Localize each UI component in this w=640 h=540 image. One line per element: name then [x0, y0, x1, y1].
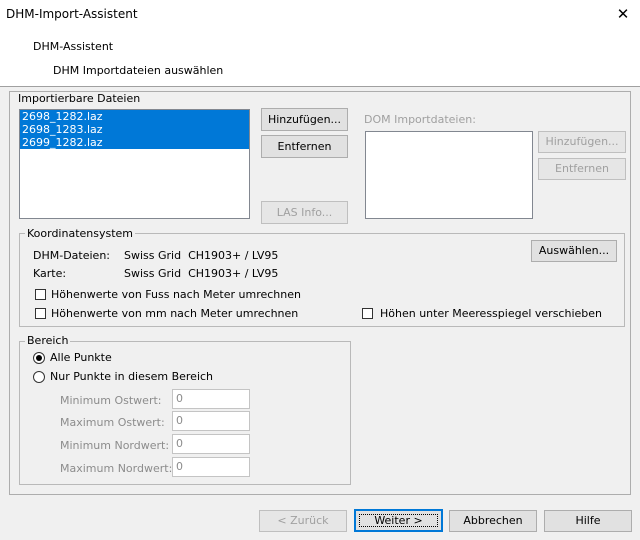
coord-system-legend: Koordinatensystem: [25, 227, 136, 240]
min-north-input[interactable]: 0: [172, 434, 250, 454]
dom-remove-button[interactable]: Entfernen: [538, 158, 626, 180]
list-item[interactable]: 2698_1282.laz: [20, 110, 249, 123]
max-north-label: Maximum Nordwert:: [60, 462, 173, 475]
map-value: Swiss Grid CH1903+ / LV95: [124, 267, 279, 280]
close-icon[interactable]: ✕: [613, 3, 633, 25]
min-east-label: Minimum Ostwert:: [60, 394, 162, 407]
dom-files-label: DOM Importdateien:: [364, 113, 476, 126]
next-button[interactable]: Weiter >: [354, 509, 443, 532]
mm-to-meter-label[interactable]: Höhenwerte von mm nach Meter umrechnen: [51, 307, 298, 320]
window-title: DHM-Import-Assistent: [6, 7, 138, 21]
dom-add-button[interactable]: Hinzufügen...: [538, 131, 626, 153]
feet-to-meter-checkbox[interactable]: [35, 289, 46, 300]
list-item[interactable]: 2699_1282.laz: [20, 136, 249, 149]
wizard-title: DHM-Assistent: [33, 40, 114, 53]
dom-files-list[interactable]: [365, 131, 533, 219]
focus-rect: [359, 514, 438, 527]
mm-to-meter-checkbox[interactable]: [35, 308, 46, 319]
back-button[interactable]: < Zurück: [259, 510, 347, 532]
dhm-files-label: DHM-Dateien:: [33, 249, 110, 262]
all-points-radio[interactable]: [33, 352, 45, 364]
feet-to-meter-label[interactable]: Höhenwerte von Fuss nach Meter umrechnen: [51, 288, 301, 301]
map-label: Karte:: [33, 267, 67, 280]
range-legend: Bereich: [25, 334, 71, 347]
add-file-button[interactable]: Hinzufügen...: [261, 108, 348, 131]
cancel-button[interactable]: Abbrechen: [449, 510, 537, 532]
import-files-list[interactable]: 2698_1282.laz 2698_1283.laz 2699_1282.la…: [19, 109, 250, 219]
max-north-input[interactable]: 0: [172, 457, 250, 477]
min-north-label: Minimum Nordwert:: [60, 439, 170, 452]
remove-file-button[interactable]: Entfernen: [261, 135, 348, 158]
las-info-button[interactable]: LAS Info...: [261, 201, 348, 224]
min-east-input[interactable]: 0: [172, 389, 250, 409]
wizard-header: [0, 30, 640, 87]
only-points-label[interactable]: Nur Punkte in diesem Bereich: [50, 370, 213, 383]
below-sea-level-checkbox[interactable]: [362, 308, 373, 319]
import-files-legend: Importierbare Dateien: [16, 92, 143, 105]
help-button[interactable]: Hilfe: [544, 510, 632, 532]
only-points-radio[interactable]: [33, 371, 45, 383]
max-east-input[interactable]: 0: [172, 411, 250, 431]
list-item[interactable]: 2698_1283.laz: [20, 123, 249, 136]
select-coord-button[interactable]: Auswählen...: [531, 240, 617, 262]
wizard-subtitle: DHM Importdateien auswählen: [53, 64, 224, 77]
dhm-files-value: Swiss Grid CH1903+ / LV95: [124, 249, 279, 262]
below-sea-level-label[interactable]: Höhen unter Meeresspiegel verschieben: [380, 307, 602, 320]
max-east-label: Maximum Ostwert:: [60, 416, 165, 429]
all-points-label[interactable]: Alle Punkte: [50, 351, 112, 364]
